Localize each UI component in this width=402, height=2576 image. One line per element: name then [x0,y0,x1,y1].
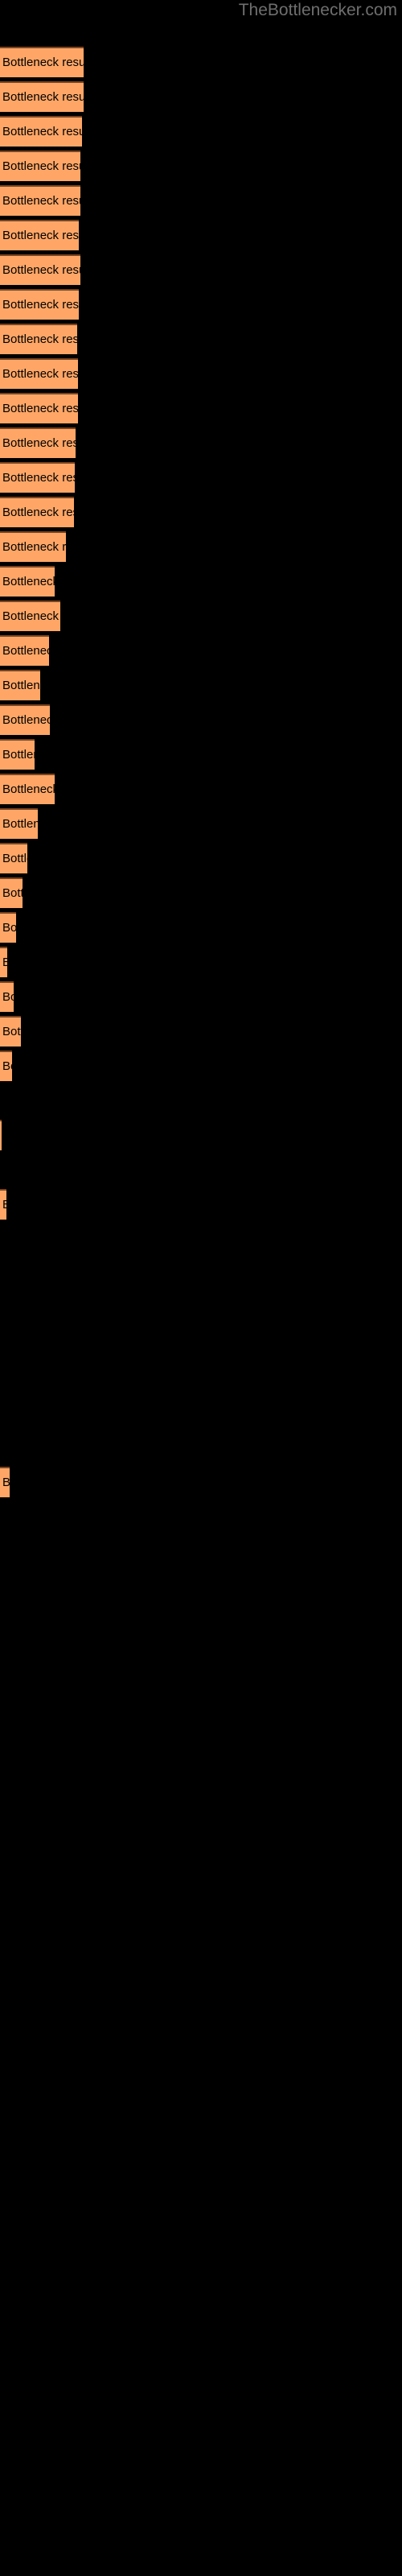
bar-label: Bottleneck result [2,298,79,312]
bar-label: Bottleneck result [2,679,40,692]
bar-label: Bottleneck result [2,575,55,588]
bar-chart-bar[interactable]: Bottleneck result [0,151,80,181]
bar-chart-bar[interactable]: Bottleneck result [0,220,79,250]
bar-chart-bar[interactable]: Bottleneck result [0,981,14,1012]
bar-label: Bottleneck result [2,644,49,658]
bar-chart-bar[interactable]: Bottleneck result [0,843,27,873]
bar-label: Bottleneck result [2,402,78,415]
bar-label: Bottleneck result [2,921,16,935]
bar-label: Bottleneck result [2,332,77,346]
bar-chart-bar[interactable]: Bottleneck result [0,358,78,389]
bar-chart-bar[interactable]: Bottleneck result [0,393,78,423]
bar-label: Bottleneck result [2,125,82,138]
bar-label: Bottleneck result [2,817,38,831]
bar-label: Bottleneck result [2,886,23,900]
bar-chart-bar[interactable]: Bottleneck result [0,81,84,112]
bar-chart-bar[interactable]: Bottleneck result [0,1189,6,1220]
bar-chart-bar[interactable]: Bottleneck result [0,566,55,597]
bar-chart-bar[interactable]: Bottleneck result [0,808,38,839]
bar-label: Bottleneck result [2,506,74,519]
bar-label: Bottleneck result [2,229,79,242]
bottleneck-chart-page: TheBottlenecker.com Bottleneck result Bot… [0,0,402,2576]
bar-label: Bottleneck result [2,159,80,173]
bar-label: Bottleneck result [2,90,84,104]
bar-label: Bottleneck result [2,1476,10,1490]
bar-label: Bottleneck result [2,1059,12,1073]
bar-chart-bar[interactable]: Bottleneck result [0,497,74,527]
bar-label: Bottleneck result [2,194,80,208]
bar-chart-plot-area: Bottleneck result Bottleneck result Bottle… [0,0,402,2576]
bar-label: Bottleneck result [2,471,75,485]
bar-label: Bottleneck result [2,436,76,450]
bar-chart-bar[interactable]: Bottleneck result [0,324,77,354]
bar-chart-bar[interactable]: Bottleneck result [0,601,60,631]
bar-label: Bottleneck result [2,540,66,554]
bar-chart-bar[interactable]: Bottleneck result [0,185,80,216]
bar-chart-bar[interactable]: Bottleneck result [0,289,79,320]
bar-label: Bottleneck result [2,1198,6,1212]
bar-chart-bar[interactable]: Bottleneck result [0,116,82,147]
bar-chart-bar[interactable]: Bottleneck result [0,254,80,285]
bar-chart-bar[interactable]: Bottleneck result [0,877,23,908]
bar-label: Bottleneck result [2,609,60,623]
bar-label: Bottleneck result [2,990,14,1004]
bar-label: Bottleneck result [2,263,80,277]
bar-chart-bar[interactable]: Bottleneck result [0,47,84,77]
bar-chart-bar[interactable]: Bottleneck result [0,739,35,770]
bar-label: Bottleneck result [2,367,78,381]
bar-chart-bar[interactable]: Bottleneck result [0,462,75,493]
bar-chart-bar[interactable]: Bottleneck result [0,1467,10,1497]
bar-chart-bar[interactable]: Bottleneck result [0,427,76,458]
bar-chart-bar[interactable]: Bottleneck result [0,670,40,700]
bar-chart-bar[interactable]: Bottleneck result [0,912,16,943]
bar-label: Bottleneck result [2,713,50,727]
bar-chart-bar[interactable]: Bottleneck result [0,635,49,666]
bar-label: Bottleneck result [2,956,7,970]
bar-chart-bar[interactable]: Bottleneck result [0,1016,21,1046]
bar-label: Bottleneck result [2,1025,21,1038]
bar-chart-bar[interactable]: Bottleneck result [0,774,55,804]
bar-label: Bottleneck result [2,782,55,796]
bar-chart-bar[interactable]: Bottleneck result [0,947,7,977]
bar-label: Bottleneck result [2,748,35,762]
bar-chart-bar[interactable]: Bottleneck result [0,704,50,735]
bar-chart-bar[interactable]: Bottleneck result [0,1120,2,1150]
bar-chart-bar[interactable]: Bottleneck result [0,1051,12,1081]
bar-label: Bottleneck result [2,56,84,69]
bar-label: Bottleneck result [2,852,27,865]
bar-chart-bar[interactable]: Bottleneck result [0,531,66,562]
